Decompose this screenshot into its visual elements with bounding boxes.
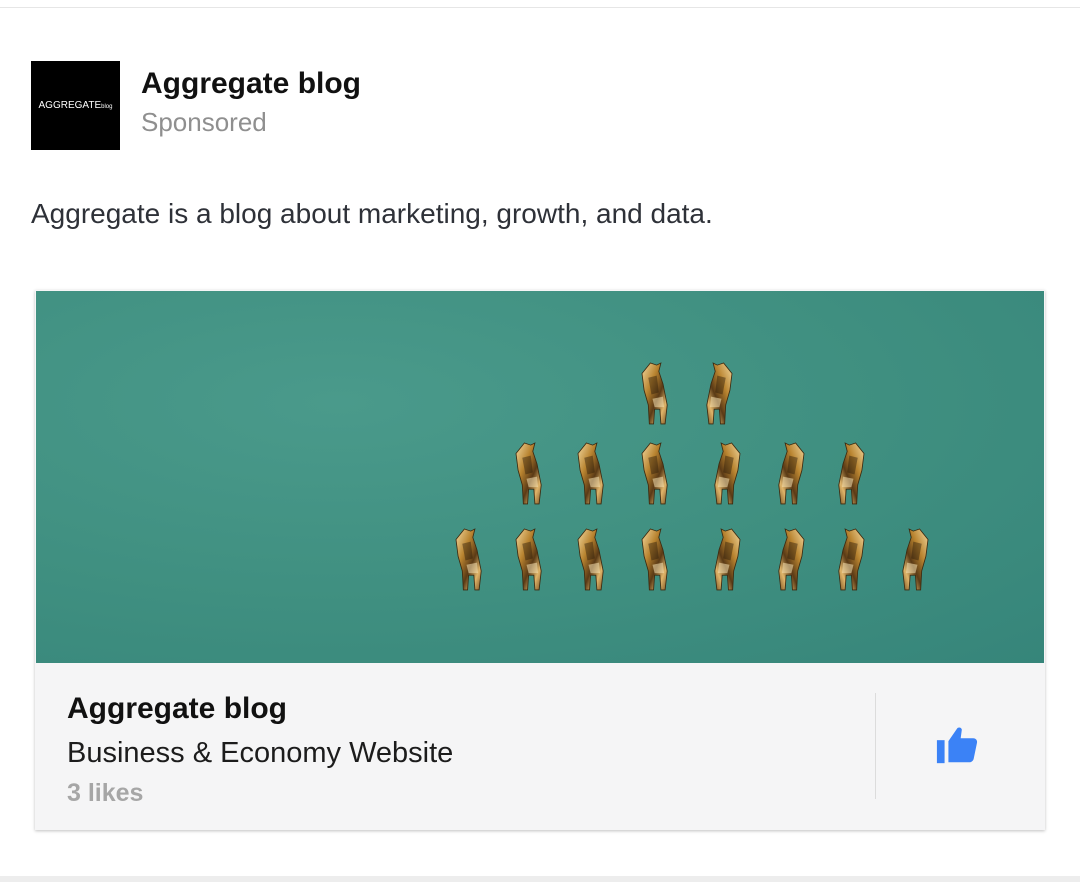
card-category: Business & Economy Website [67, 737, 454, 769]
footer-separator [875, 693, 876, 799]
page-card[interactable]: Aggregate blog Business & Economy Websit… [35, 290, 1045, 830]
bottom-divider [0, 876, 1080, 882]
avatar-logo-text: AGGREGATEblog [38, 100, 113, 111]
origami-giraffe [455, 528, 482, 591]
top-divider [0, 0, 1080, 8]
origami-giraffe [714, 528, 741, 591]
origami-giraffe [577, 442, 604, 505]
origami-giraffe [838, 442, 865, 505]
origami-giraffe [778, 442, 805, 505]
cover-image[interactable] [36, 291, 1044, 663]
origami-giraffe [714, 442, 741, 505]
header-text: Aggregate blog Sponsored [141, 61, 361, 150]
origami-giraffe [706, 362, 733, 425]
thumbs-up-icon [936, 727, 978, 764]
origami-giraffe [641, 362, 668, 425]
origami-giraffe [902, 528, 929, 591]
origami-giraffe [838, 528, 865, 591]
page-name[interactable]: Aggregate blog [141, 66, 361, 102]
origami-giraffe [515, 442, 542, 505]
origami-giraffe [515, 528, 542, 591]
post-header: AGGREGATEblog Aggregate blog Sponsored [31, 61, 361, 150]
avatar[interactable]: AGGREGATEblog [31, 61, 120, 150]
card-title[interactable]: Aggregate blog [67, 691, 287, 727]
origami-giraffe [641, 442, 668, 505]
post-text: Aggregate is a blog about marketing, gro… [31, 198, 713, 229]
sponsored-label[interactable]: Sponsored [141, 105, 361, 139]
card-likes: 3 likes [67, 779, 144, 807]
origami-giraffes-illustration [455, 362, 929, 591]
origami-giraffe [577, 528, 604, 591]
card-footer: Aggregate blog Business & Economy Websit… [35, 663, 1045, 830]
origami-giraffe [641, 528, 668, 591]
origami-giraffe [778, 528, 805, 591]
like-button[interactable] [935, 721, 981, 767]
